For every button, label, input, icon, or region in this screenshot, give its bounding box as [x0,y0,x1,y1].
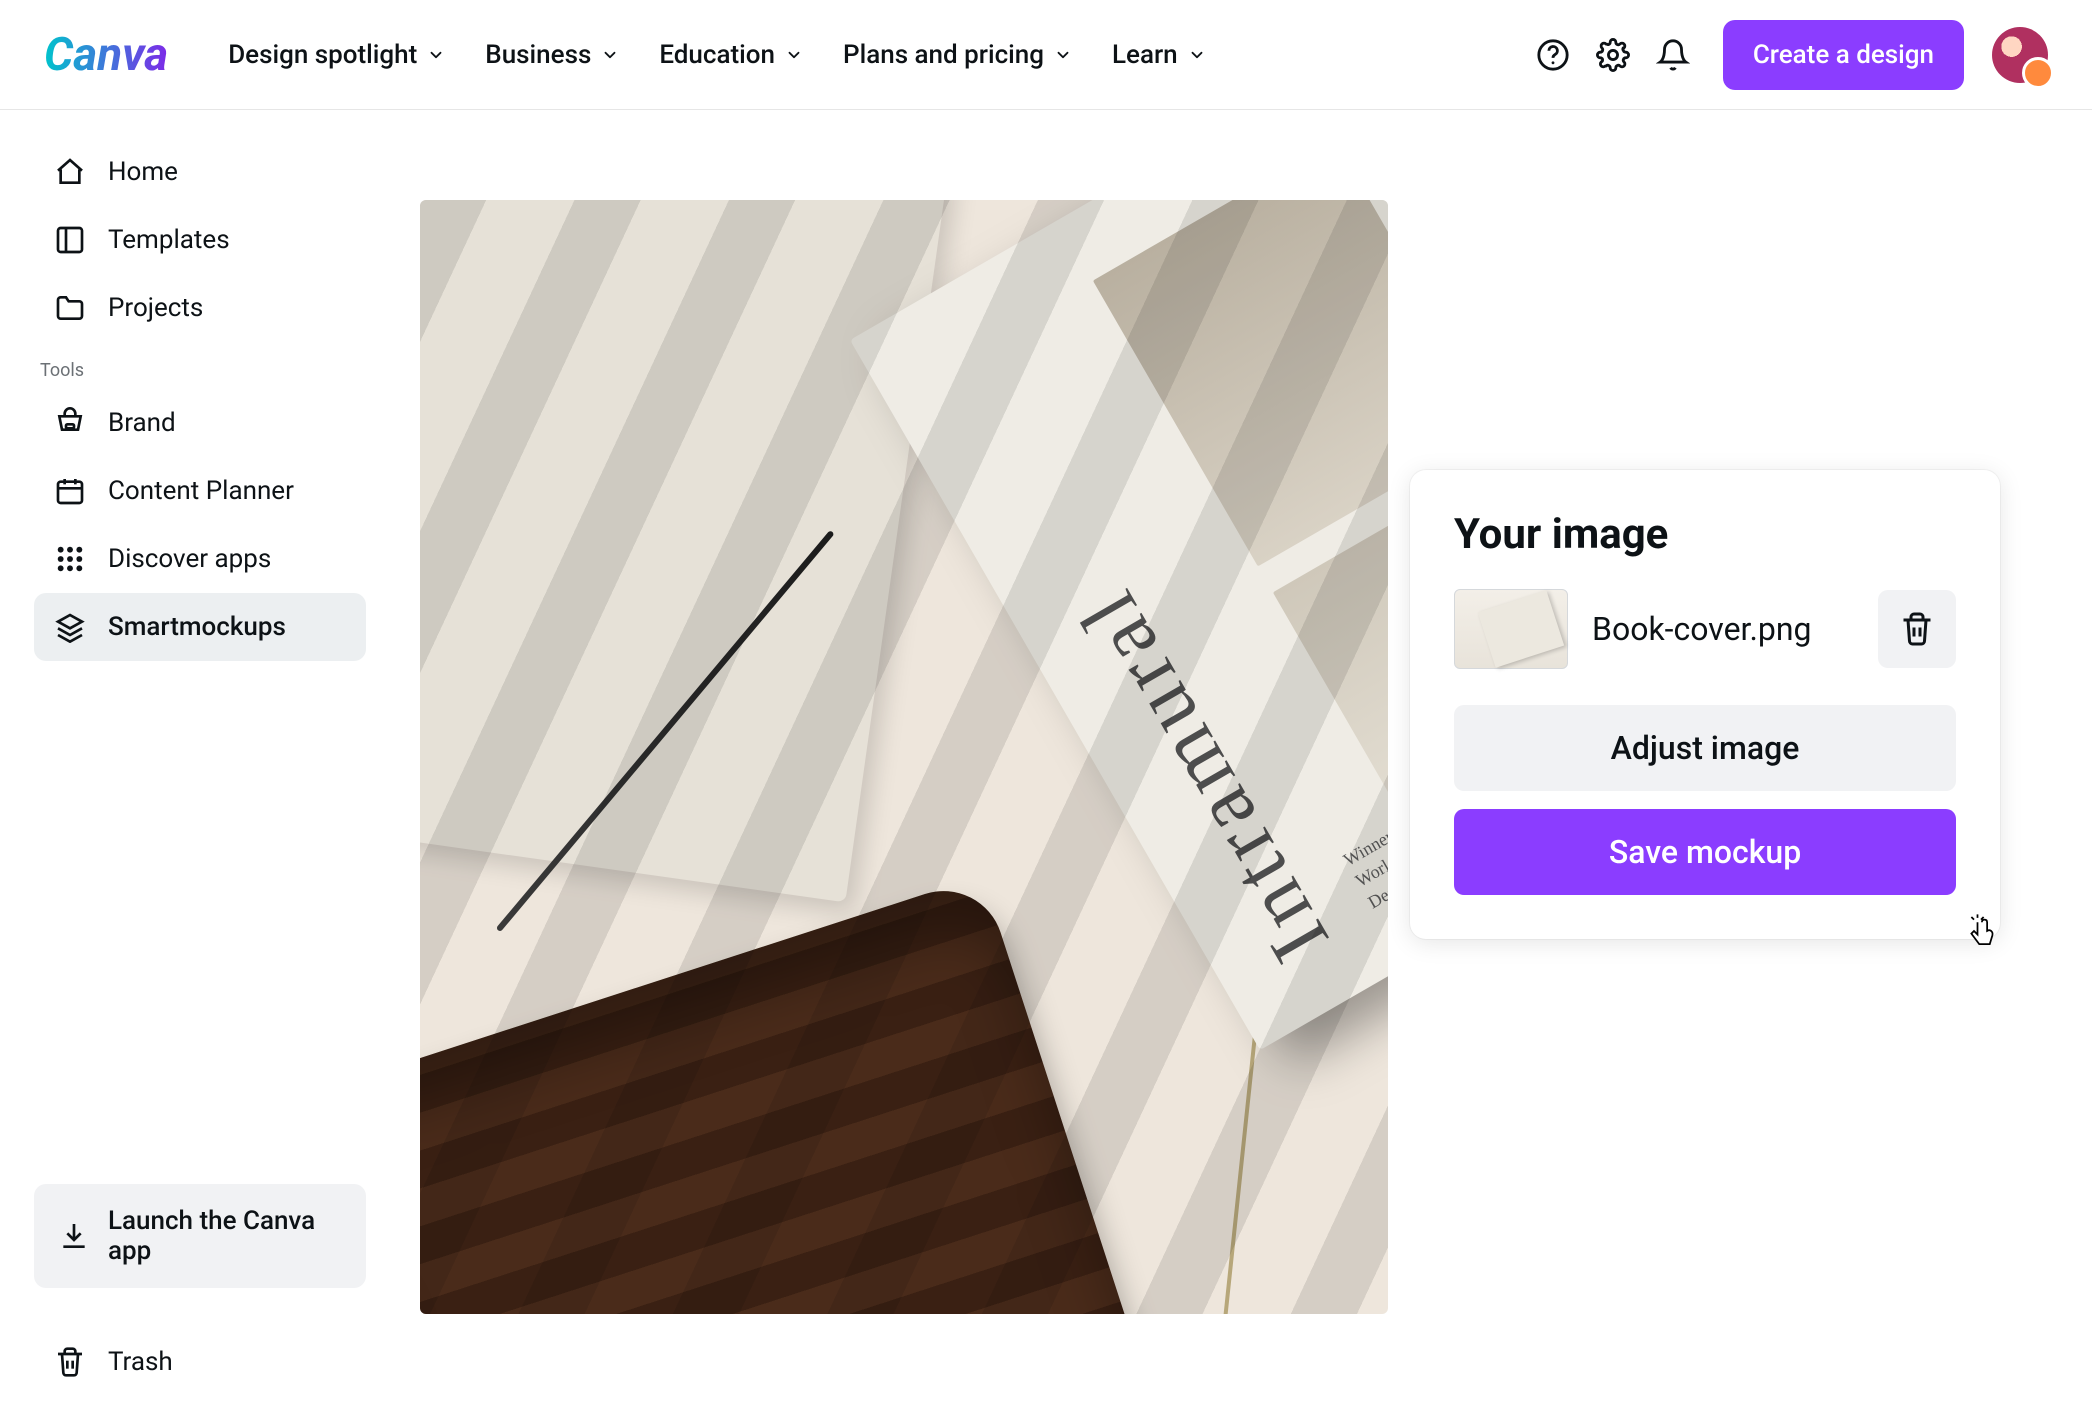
sidebar-item-label: Projects [108,293,203,323]
chevron-down-icon [427,46,445,64]
notifications-button[interactable] [1651,33,1695,77]
sidebar-item-trash[interactable]: Trash [34,1328,366,1396]
chevron-down-icon [1054,46,1072,64]
nav-label: Design spotlight [228,40,417,70]
create-design-button[interactable]: Create a design [1723,20,1964,90]
chevron-down-icon [1188,46,1206,64]
primary-nav: Design spotlight Business Education Plan… [228,40,1205,70]
nav-education[interactable]: Education [659,40,803,70]
mockup-preview[interactable]: Intramural Winners of 2022 World Interio… [420,200,1388,1314]
nav-learn[interactable]: Learn [1112,40,1206,70]
templates-icon [54,224,86,256]
account-avatar[interactable] [1992,27,2048,83]
top-nav: Canva Design spotlight Business Educatio… [0,0,2092,110]
nav-label: Plans and pricing [843,40,1044,70]
lighting-overlay [420,200,1388,1314]
download-icon [58,1220,90,1252]
sidebar-item-home[interactable]: Home [34,138,366,206]
settings-button[interactable] [1591,33,1635,77]
apps-grid-icon [54,543,86,575]
file-thumbnail[interactable] [1454,589,1568,669]
nav-business[interactable]: Business [485,40,619,70]
home-icon [54,156,86,188]
sidebar-item-label: Home [108,157,178,187]
trash-icon [54,1346,86,1378]
help-icon [1536,38,1570,72]
layers-icon [54,611,86,643]
sidebar: Home Templates Projects Tools Brand Cont… [0,110,400,1424]
uploaded-file-row: Book-cover.png [1454,589,1956,669]
sidebar-item-label: Discover apps [108,544,271,574]
adjust-image-button[interactable]: Adjust image [1454,705,1956,791]
your-image-panel: Your image Book-cover.png Adjust image S… [1410,470,2000,939]
nav-plans[interactable]: Plans and pricing [843,40,1072,70]
chevron-down-icon [601,46,619,64]
logo[interactable]: Canva [44,28,168,82]
panel-title: Your image [1454,510,1956,559]
delete-file-button[interactable] [1878,590,1956,668]
sidebar-item-label: Smartmockups [108,612,286,642]
brand-icon [54,407,86,439]
sidebar-item-label: Templates [108,225,230,255]
nav-label: Business [485,40,591,70]
help-button[interactable] [1531,33,1575,77]
launch-app-button[interactable]: Launch the Canva app [34,1184,366,1288]
sidebar-section-tools: Tools [34,342,366,389]
sidebar-item-templates[interactable]: Templates [34,206,366,274]
sidebar-item-discover-apps[interactable]: Discover apps [34,525,366,593]
gear-icon [1596,38,1630,72]
sidebar-item-label: Content Planner [108,476,294,506]
workspace: Intramural Winners of 2022 World Interio… [400,110,2092,1424]
save-mockup-button[interactable]: Save mockup [1454,809,1956,895]
sidebar-item-content-planner[interactable]: Content Planner [34,457,366,525]
sidebar-item-brand[interactable]: Brand [34,389,366,457]
sidebar-item-smartmockups[interactable]: Smartmockups [34,593,366,661]
trash-icon [1899,611,1935,647]
bell-icon [1656,38,1690,72]
nav-design-spotlight[interactable]: Design spotlight [228,40,445,70]
launch-app-label: Launch the Canva app [108,1206,342,1266]
sidebar-item-label: Brand [108,408,176,438]
file-name: Book-cover.png [1592,610,1854,648]
nav-label: Education [659,40,775,70]
folder-icon [54,292,86,324]
calendar-icon [54,475,86,507]
chevron-down-icon [785,46,803,64]
sidebar-item-label: Trash [108,1347,173,1377]
nav-label: Learn [1112,40,1178,70]
sidebar-item-projects[interactable]: Projects [34,274,366,342]
